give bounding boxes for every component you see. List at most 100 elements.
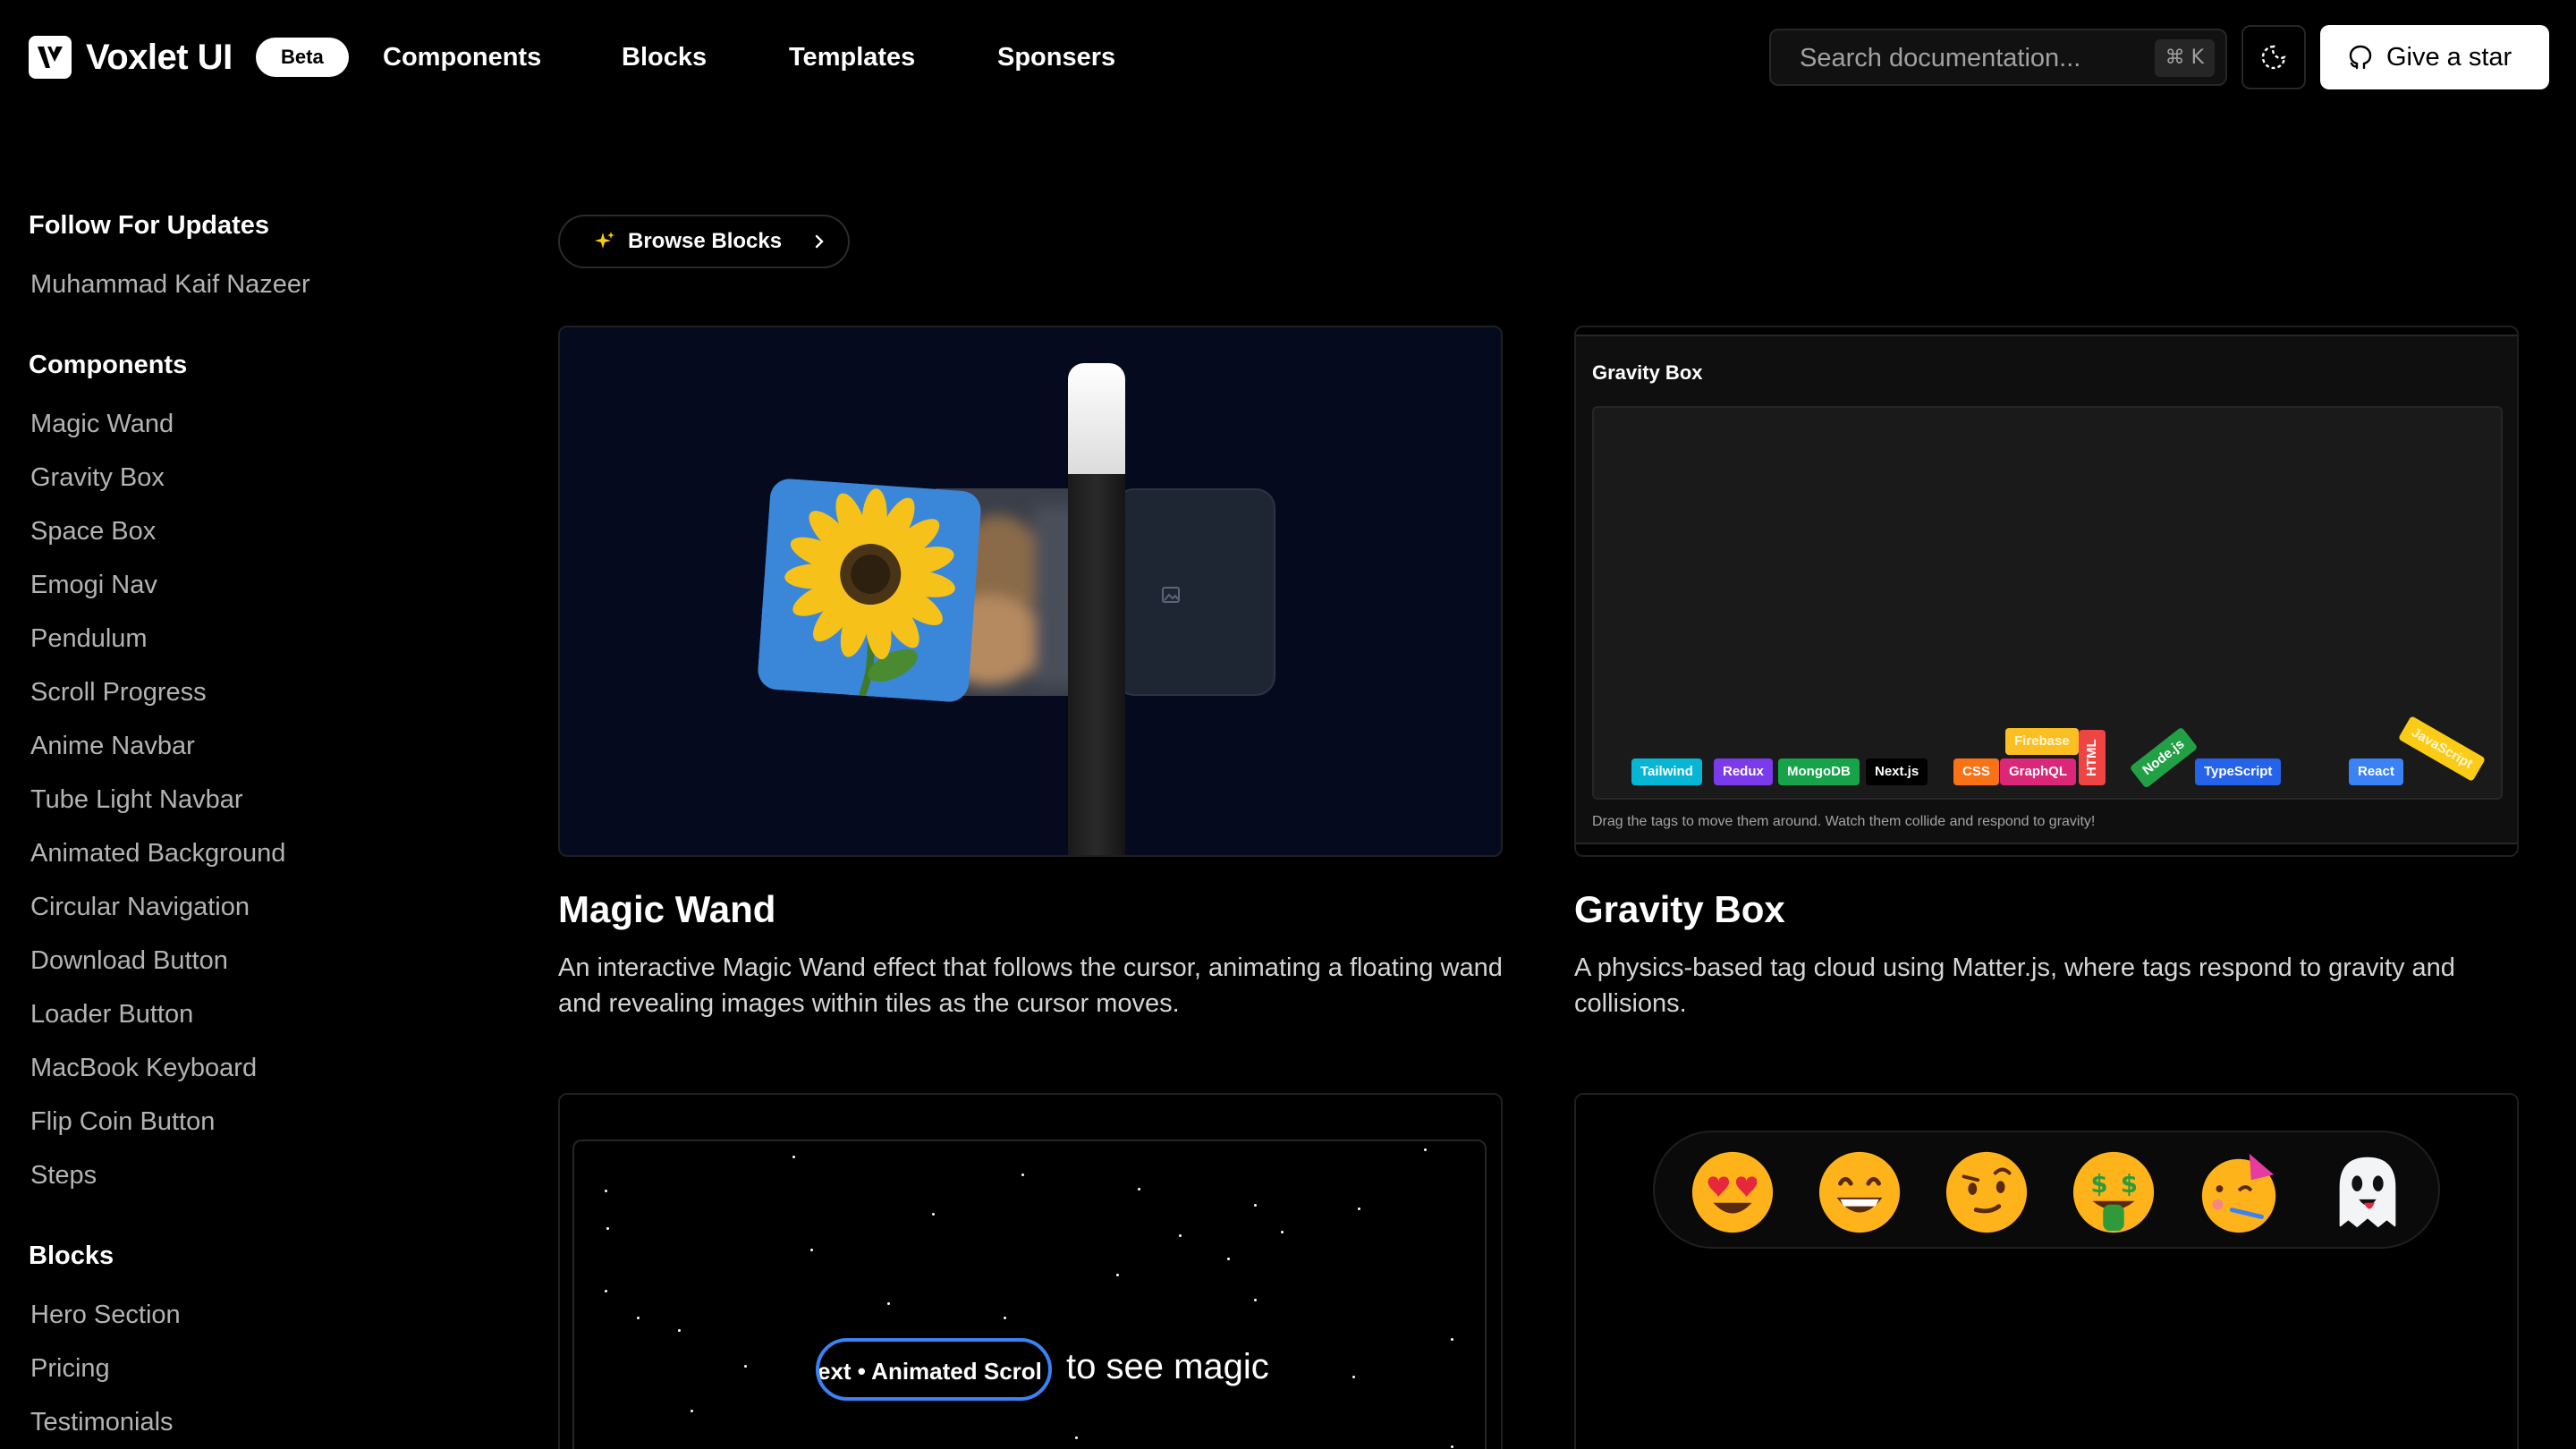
sidebar-item-pendulum[interactable]: Pendulum bbox=[30, 621, 148, 657]
svg-text:$: $ bbox=[2121, 1171, 2138, 1199]
nav-templates[interactable]: Templates bbox=[789, 39, 915, 75]
star bbox=[932, 1213, 935, 1216]
sidebar-item-download-button[interactable]: Download Button bbox=[30, 943, 228, 979]
image-tile-3 bbox=[1114, 488, 1275, 696]
sidebar-item-steps[interactable]: Steps bbox=[30, 1157, 97, 1193]
tag-react[interactable]: React bbox=[2349, 758, 2403, 785]
nav-sponsers[interactable]: Sponsers bbox=[997, 39, 1115, 75]
star bbox=[605, 1190, 607, 1192]
money-mouth-emoji-icon[interactable]: $ $ bbox=[2070, 1148, 2157, 1236]
give-star-label: Give a star bbox=[2386, 42, 2512, 72]
magic-wand-title[interactable]: Magic Wand bbox=[558, 886, 775, 934]
magic-wand-tip bbox=[1068, 363, 1125, 474]
sidebar-item-emogi-nav[interactable]: Emogi Nav bbox=[30, 567, 157, 603]
magic-wand-stick bbox=[1068, 363, 1125, 855]
star bbox=[637, 1317, 640, 1319]
tag-graphql[interactable]: GraphQL bbox=[2000, 758, 2077, 785]
raised-eyebrow-emoji-icon[interactable] bbox=[1943, 1148, 2030, 1236]
brand-name[interactable]: Voxlet UI bbox=[86, 32, 233, 82]
github-icon bbox=[2349, 45, 2372, 70]
star bbox=[1254, 1204, 1257, 1207]
heart-eyes-emoji-icon[interactable] bbox=[1689, 1148, 1776, 1236]
starfield-demo: ext • Animated Scrol to see magic bbox=[572, 1140, 1487, 1449]
star bbox=[1281, 1231, 1284, 1233]
tag-nextjs[interactable]: Next.js bbox=[1866, 758, 1928, 785]
sidebar-item-anime-navbar[interactable]: Anime Navbar bbox=[30, 728, 195, 764]
grinning-emoji-icon[interactable] bbox=[1816, 1148, 1903, 1236]
tag-redux[interactable]: Redux bbox=[1714, 758, 1773, 785]
star bbox=[1138, 1188, 1140, 1191]
animated-scroll-preview[interactable]: ext • Animated Scrol to see magic bbox=[558, 1093, 1503, 1449]
magic-wand-description: An interactive Magic Wand effect that fo… bbox=[558, 953, 1503, 1018]
sidebar-item-flip-coin-button[interactable]: Flip Coin Button bbox=[30, 1104, 215, 1140]
theme-toggle-button[interactable] bbox=[2241, 25, 2306, 89]
svg-text:$: $ bbox=[2091, 1171, 2108, 1199]
image-placeholder-icon bbox=[1162, 587, 1180, 603]
blocks-heading: Blocks bbox=[29, 1241, 114, 1270]
ghost-emoji-icon[interactable] bbox=[2324, 1148, 2411, 1236]
partying-face-emoji-icon[interactable] bbox=[2197, 1148, 2284, 1236]
gravity-box-description: A physics-based tag cloud using Matter.j… bbox=[1574, 953, 2455, 1018]
scroll-text-pill[interactable]: ext • Animated Scrol bbox=[816, 1338, 1052, 1401]
nav-components[interactable]: Components bbox=[383, 39, 541, 75]
nav-blocks[interactable]: Blocks bbox=[622, 39, 707, 75]
voxlet-logo-icon[interactable] bbox=[29, 36, 72, 79]
chevron-right-icon bbox=[815, 234, 824, 249]
give-star-button[interactable]: Give a star bbox=[2320, 25, 2549, 89]
star bbox=[691, 1410, 693, 1412]
star bbox=[605, 1290, 607, 1292]
tag-firebase[interactable]: Firebase bbox=[2005, 728, 2079, 755]
star bbox=[1004, 1317, 1006, 1319]
sunflower-image-tile bbox=[757, 478, 982, 703]
search-shortcut-badge: ⌘ K bbox=[2154, 39, 2215, 77]
sidebar-item-hero-section[interactable]: Hero Section bbox=[30, 1297, 181, 1333]
tag-tailwind[interactable]: Tailwind bbox=[1631, 758, 1702, 785]
theme-toggle-icon bbox=[2261, 45, 2286, 70]
tag-css[interactable]: CSS bbox=[1953, 758, 1999, 785]
emoji-nav-bar: $ $ bbox=[1653, 1131, 2440, 1249]
browse-blocks-label: Browse Blocks bbox=[628, 229, 783, 253]
star bbox=[678, 1329, 681, 1332]
sidebar-item-space-box[interactable]: Space Box bbox=[30, 513, 156, 549]
magic-wand-preview[interactable] bbox=[558, 326, 1503, 857]
star bbox=[1227, 1258, 1230, 1260]
gravity-drop-area[interactable]: Tailwind Redux MongoDB Next.js CSS Graph… bbox=[1592, 406, 2503, 800]
star bbox=[1075, 1436, 1078, 1439]
star bbox=[1451, 1338, 1453, 1341]
sidebar-item-scroll-progress[interactable]: Scroll Progress bbox=[30, 674, 207, 710]
star bbox=[1179, 1234, 1182, 1237]
sidebar-item-circular-navigation[interactable]: Circular Navigation bbox=[30, 889, 250, 925]
sparkles-icon bbox=[595, 232, 614, 249]
star bbox=[1451, 1445, 1453, 1448]
follow-heading: Follow For Updates bbox=[29, 211, 270, 240]
star bbox=[887, 1302, 890, 1305]
sidebar-item-tube-light-navbar[interactable]: Tube Light Navbar bbox=[30, 782, 243, 818]
gravity-box-preview[interactable]: Gravity Box Tailwind Redux MongoDB Next.… bbox=[1574, 326, 2519, 857]
gravity-demo-hint: Drag the tags to move them around. Watch… bbox=[1592, 814, 2096, 829]
emoji-nav-preview[interactable]: $ $ bbox=[1574, 1093, 2519, 1449]
beta-badge: Beta bbox=[256, 38, 349, 77]
sidebar-item-animated-background[interactable]: Animated Background bbox=[30, 835, 285, 871]
sidebar-item-magic-wand[interactable]: Magic Wand bbox=[30, 406, 174, 442]
sidebar-item-testimonials[interactable]: Testimonials bbox=[30, 1404, 174, 1440]
star bbox=[810, 1249, 813, 1251]
sidebar-item-author[interactable]: Muhammad Kaif Nazeer bbox=[30, 267, 310, 302]
star bbox=[1254, 1299, 1257, 1301]
sidebar-item-pricing[interactable]: Pricing bbox=[30, 1351, 110, 1386]
sidebar-item-macbook-keyboard[interactable]: MacBook Keyboard bbox=[30, 1050, 257, 1086]
tag-mongodb[interactable]: MongoDB bbox=[1778, 758, 1860, 785]
tag-typescript[interactable]: TypeScript bbox=[2195, 758, 2282, 785]
gravity-box-title[interactable]: Gravity Box bbox=[1574, 886, 1785, 934]
star bbox=[1021, 1174, 1024, 1176]
search-input[interactable]: Search documentation... ⌘ K bbox=[1769, 29, 2227, 86]
components-heading: Components bbox=[29, 351, 188, 379]
browse-blocks-button[interactable]: Browse Blocks bbox=[558, 215, 850, 268]
tag-javascript[interactable]: JavaScript bbox=[2397, 716, 2486, 782]
sidebar-item-loader-button[interactable]: Loader Button bbox=[30, 996, 193, 1032]
sidebar-item-gravity-box[interactable]: Gravity Box bbox=[30, 460, 165, 496]
top-header: Voxlet UI Beta Components Blocks Templat… bbox=[0, 0, 2576, 114]
scroll-trailing-text: to see magic bbox=[1066, 1347, 1269, 1386]
tag-html[interactable]: HTML bbox=[2079, 730, 2106, 785]
tag-nodejs[interactable]: Node.js bbox=[2129, 726, 2199, 789]
gravity-demo-title: Gravity Box bbox=[1592, 361, 1703, 384]
